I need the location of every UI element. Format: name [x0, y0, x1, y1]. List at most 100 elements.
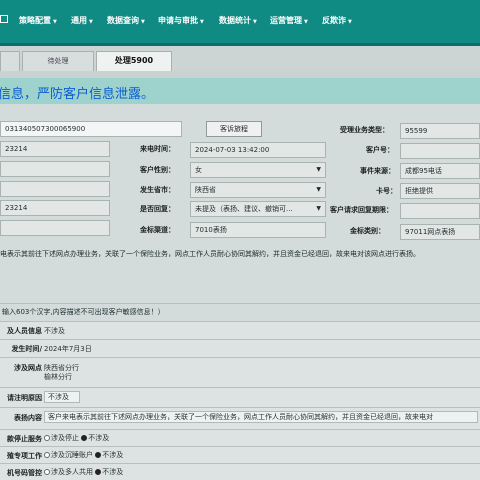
complaint-flow-button[interactable]: 客诉旅程	[206, 121, 262, 137]
reply-label: 是否回复：	[140, 205, 175, 213]
stop-service-label: 款停止服务	[7, 435, 42, 443]
radio-button[interactable]	[81, 435, 88, 441]
option-label: 不涉及	[88, 434, 110, 442]
option-label: 不涉及	[102, 468, 124, 476]
nav-item-label: 数据统计	[219, 16, 251, 25]
nav-item-apply-approve[interactable]: 申请与审批 ▼	[158, 15, 204, 27]
unclear-field[interactable]: 不涉及	[44, 391, 80, 403]
stop-service-options: 涉及停止 不涉及	[44, 433, 109, 443]
nav-item-operations[interactable]: 运营管理 ▼	[270, 15, 308, 27]
device-control-options: 涉及多人共用 不涉及	[44, 467, 123, 477]
nav-item-statistics[interactable]: 数据统计 ▼	[219, 15, 257, 27]
chevron-down-icon: ▼	[89, 19, 93, 25]
chevron-down-icon: ▼	[316, 166, 321, 173]
nav-item-policy-config[interactable]: 策略配置 ▼	[19, 15, 57, 27]
input-hint: 输入603个汉字,内容描述不可出现客户敏感信息！）	[0, 303, 480, 321]
event-source-field[interactable]: 成都95电话	[400, 163, 480, 179]
personnel-label: 及人员信息	[7, 327, 42, 335]
reply-deadline-field[interactable]	[400, 203, 480, 219]
special-work-label: 殖专项工作	[7, 452, 42, 460]
occur-time-value: 2024年7月3日	[44, 345, 92, 353]
chevron-down-icon: ▼	[141, 19, 145, 25]
unclear-label: 请注明原因	[7, 394, 42, 402]
branch-label: 涉及网点	[14, 364, 42, 372]
detail-row: 请注明原因 不涉及	[0, 387, 480, 407]
tab-label: 处理5900	[114, 56, 154, 65]
chevron-down-icon: ▼	[304, 19, 308, 25]
praise-field[interactable]: 客户来电表示其前往下述网点办理业务，关联了一个保险业务，网点工作人员耐心协同其解…	[44, 411, 478, 423]
province-select[interactable]: 陕西省 ▼	[190, 182, 326, 198]
field-a[interactable]: 23214	[0, 141, 110, 157]
province-value: 陕西省	[195, 186, 216, 194]
nav-item-label: 通用	[71, 16, 87, 25]
banner-text: 信息，严防客户信息泄露。	[0, 87, 155, 102]
case-form: 031340507300065900 客诉旅程 受理业务类型： 95599 23…	[0, 104, 480, 304]
option-label: 涉及多人共用	[51, 468, 93, 476]
detail-row: 机号码管控 涉及多人共用 不涉及	[0, 463, 480, 480]
province-label: 发生省市：	[140, 186, 175, 194]
category-field[interactable]: 97011网点表扬	[400, 224, 480, 240]
nav-item-general[interactable]: 通用 ▼	[71, 15, 93, 27]
radio-button[interactable]	[44, 469, 50, 475]
radio-button[interactable]	[95, 469, 102, 475]
channel-field[interactable]: 7010表扬	[190, 222, 326, 238]
reply-select[interactable]: 未提及（表扬、建议、撤销可... ▼	[190, 201, 326, 217]
detail-row: 殖专项工作 涉及沉睡账户 不涉及	[0, 446, 480, 463]
radio-button[interactable]	[95, 452, 102, 458]
personnel-value: 不涉及	[44, 327, 65, 335]
card-number-field[interactable]: 拒绝提供	[400, 183, 480, 199]
nav-item-anti-fraud[interactable]: 反欺诈 ▼	[322, 15, 352, 27]
device-control-label: 机号码管控	[7, 469, 42, 477]
security-banner: 信息，严防客户信息泄露。	[0, 78, 480, 104]
branch-value-2: 榆林分行	[44, 373, 72, 381]
nav-item-label: 运营管理	[270, 16, 302, 25]
field-c[interactable]	[0, 181, 110, 197]
customer-number-field[interactable]	[400, 143, 480, 159]
detail-row: 款停止服务 涉及停止 不涉及	[0, 429, 480, 446]
field-b[interactable]	[0, 161, 110, 177]
call-time-label: 来电时间：	[140, 145, 175, 153]
tab-bar: 待处理 处理5900	[0, 46, 480, 71]
chevron-down-icon: ▼	[316, 205, 321, 212]
detail-grid: 及人员信息 不涉及 /发生时间 2024年7月3日 涉及网点 陕西省分行 榆林分…	[0, 321, 480, 480]
detail-row: 涉及网点 陕西省分行 榆林分行	[0, 357, 480, 387]
nav-item-label: 申请与审批	[158, 16, 198, 25]
card-number-label: 卡号：	[376, 187, 397, 195]
biz-type-label: 受理业务类型：	[340, 126, 389, 134]
gender-label: 客户性别：	[140, 166, 175, 174]
chevron-down-icon: ▼	[253, 19, 257, 25]
special-work-options: 涉及沉睡账户 不涉及	[44, 450, 123, 460]
reply-deadline-label: 客户请求回复期限：	[330, 206, 393, 214]
option-label: 涉及停止	[51, 434, 79, 442]
detail-row: 及人员信息 不涉及	[0, 321, 480, 339]
option-label: 不涉及	[102, 451, 124, 459]
gender-select[interactable]: 女 ▼	[190, 162, 326, 178]
gender-value: 女	[195, 166, 202, 174]
radio-button[interactable]	[44, 452, 50, 458]
nav-item-label: 反欺诈	[322, 16, 346, 25]
description-text: 电表示其前往下述网点办理业务，关联了一个保险业务，网点工作人员耐心协同其解约，并…	[0, 250, 420, 258]
radio-button[interactable]	[44, 435, 50, 441]
chevron-down-icon: ▼	[200, 19, 204, 25]
chevron-down-icon: ▼	[348, 19, 352, 25]
top-nav: 策略配置 ▼ 通用 ▼ 数据查询 ▼ 申请与审批 ▼ 数据统计 ▼ 运营管理 ▼ 反欺诈 ▼	[0, 0, 480, 46]
order-number-field[interactable]: 031340507300065900	[0, 121, 182, 137]
option-label: 涉及沉睡账户	[51, 451, 93, 459]
tab-pending[interactable]: 待处理	[22, 51, 94, 71]
tab-back[interactable]	[0, 51, 20, 71]
field-d[interactable]: 23214	[0, 200, 110, 216]
praise-label: 表扬内容	[14, 414, 42, 422]
customer-number-label: 客户号：	[366, 146, 394, 154]
field-e[interactable]	[0, 220, 110, 236]
chevron-down-icon: ▼	[53, 19, 57, 25]
call-time-field[interactable]: 2024-07-03 13:42:00	[190, 142, 326, 158]
biz-type-field[interactable]: 95599	[400, 123, 480, 139]
nav-item-data-query[interactable]: 数据查询 ▼	[107, 15, 145, 27]
nav-item-label: 数据查询	[107, 16, 139, 25]
chevron-down-icon: ▼	[316, 186, 321, 193]
event-source-label: 事件来源：	[360, 167, 395, 175]
channel-label: 金标渠道：	[140, 226, 175, 234]
nav-item-menu[interactable]	[0, 15, 8, 27]
detail-row: 表扬内容 客户来电表示其前往下述网点办理业务，关联了一个保险业务，网点工作人员耐…	[0, 407, 480, 429]
tab-process-5900[interactable]: 处理5900	[96, 51, 172, 71]
